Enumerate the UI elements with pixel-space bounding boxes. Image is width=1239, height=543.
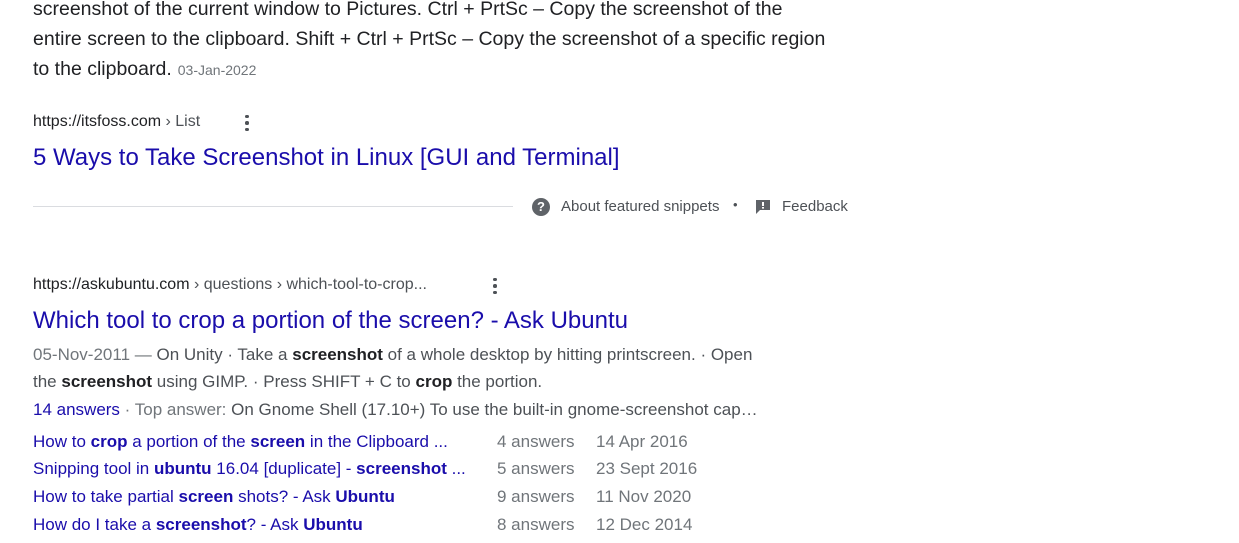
top-answer-label: Top answer: [134,400,232,419]
snippet-bold: screenshot [292,345,383,364]
link-bold: ubuntu [153,459,212,478]
link-text: shots? - Ask [233,487,336,506]
related-answers: 4 answers [497,432,575,451]
snippet-text: using GIMP. · Press SHIFT + C to [152,372,416,391]
link-bold: Ubuntu [303,515,363,534]
cite-domain: https://itsfoss.com [33,113,162,130]
snippet-text: On Unity · Take a [156,345,293,364]
help-icon[interactable]: ? [532,198,550,216]
featured-source-cite[interactable]: https://itsfoss.com › List [33,113,200,131]
related-row: How do I take a screenshot? - Ask Ubuntu [33,515,363,535]
link-text: ? - Ask [246,515,304,534]
link-text: How to [33,432,91,451]
link-text: in the Clipboard ... [305,432,448,451]
link-text: How do I take a [33,515,156,534]
related-answers: 5 answers [497,459,575,478]
featured-result-title[interactable]: 5 Ways to Take Screenshot in Linux [GUI … [33,144,620,172]
related-link[interactable]: Snipping tool in ubuntu 16.04 [duplicate… [33,459,466,478]
snippet-text: the [33,372,62,391]
snippet-text: of a whole desktop by hitting printscree… [382,345,753,364]
link-text: Snipping tool in [33,459,154,478]
more-options-icon[interactable] [238,114,256,132]
related-link[interactable]: How to take partial screen shots? - Ask … [33,487,395,506]
separator-dot: • [733,197,738,212]
featured-snippet-date: 03-Jan-2022 [177,62,257,78]
more-options-icon[interactable] [486,277,504,295]
cite-path: › List [161,113,201,130]
link-text: a portion of the [127,432,251,451]
link-text: 16.04 [duplicate] - [211,459,357,478]
related-answers: 8 answers [497,515,575,534]
link-bold: screenshot [155,515,247,534]
snippet-bold: crop [415,372,453,391]
featured-snippet-line-2: entire screen to the clipboard. Shift + … [33,28,826,50]
result-answers-line: 14 answers · Top answer: On Gnome Shell … [33,396,758,424]
cite-domain: https://askubuntu.com [33,276,190,293]
snippet-text: the portion. [452,372,543,391]
feedback-icon[interactable] [755,199,771,214]
link-text: ... [446,459,466,478]
related-answers: 9 answers [497,487,575,506]
featured-snippet-text: to the clipboard. [33,58,172,80]
related-link[interactable]: How to crop a portion of the screen in t… [33,432,448,451]
date-separator: — [130,345,157,364]
related-row: Snipping tool in ubuntu 16.04 [duplicate… [33,459,466,479]
related-date: 12 Dec 2014 [596,515,693,534]
result-date: 05-Nov-2011 [33,345,131,364]
snippet-bold: screenshot [61,372,153,391]
link-bold: screen [250,432,306,451]
featured-snippet-line-3: to the clipboard. 03-Jan-2022 [33,54,256,85]
result-snippet-line-2: the screenshot using GIMP. · Press SHIFT… [33,368,542,396]
answers-count-link[interactable]: 14 answers [33,400,120,419]
featured-snippet-line-1: screenshot of the current window to Pict… [33,0,783,20]
link-bold: screenshot [356,459,447,478]
about-featured-snippets-link[interactable]: About featured snippets [561,198,719,215]
divider [33,206,513,207]
answers-separator: · [119,400,135,419]
feedback-link[interactable]: Feedback [782,198,848,215]
cite-path: › questions › which-tool-to-crop... [189,276,427,293]
link-bold: Ubuntu [335,487,395,506]
related-date: 14 Apr 2016 [596,432,688,451]
related-date: 23 Sept 2016 [596,459,698,478]
related-row: How to crop a portion of the screen in t… [33,432,448,452]
link-bold: crop [90,432,128,451]
link-bold: screen [178,487,234,506]
result-source-cite[interactable]: https://askubuntu.com › questions › whic… [33,276,427,294]
related-row: How to take partial screen shots? - Ask … [33,487,395,507]
top-answer-text: On Gnome Shell (17.10+) To use the built… [231,400,758,419]
result-snippet-line-1: 05-Nov-2011 — On Unity · Take a screensh… [33,341,752,369]
related-link[interactable]: How do I take a screenshot? - Ask Ubuntu [33,515,363,534]
link-text: How to take partial [33,487,179,506]
result-title[interactable]: Which tool to crop a portion of the scre… [33,307,628,335]
related-date: 11 Nov 2020 [596,487,692,506]
